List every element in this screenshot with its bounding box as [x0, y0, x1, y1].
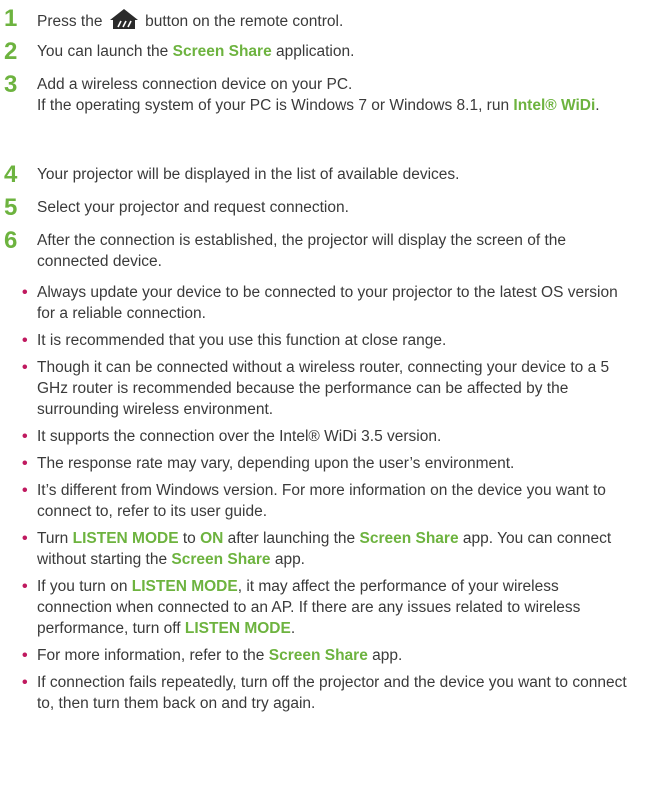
- note-item: • The response rate may vary, depending u…: [0, 453, 637, 474]
- step-text: Press the button on the remote control.: [37, 8, 637, 32]
- note-item: • If you turn on LISTEN MODE, it may affe…: [0, 576, 637, 639]
- home-icon: [109, 9, 138, 29]
- notes-list: • Always update your device to be connect…: [0, 282, 652, 720]
- note-text-part: app.: [270, 551, 305, 568]
- note-text-part: after launching the: [223, 530, 360, 547]
- bullet-icon: •: [22, 482, 28, 499]
- highlight-value: ON: [200, 530, 224, 547]
- note-item: • Turn LISTEN MODE to ON after launching …: [0, 528, 637, 570]
- note-text: Always update your device to be connecte…: [37, 284, 618, 322]
- bullet-icon: •: [22, 284, 28, 301]
- step-line: If the operating system of your PC is Wi…: [37, 95, 637, 116]
- step-text-part: application.: [271, 43, 355, 60]
- note-text: Though it can be connected without a wir…: [37, 359, 610, 418]
- note-text: It supports the connection over the Inte…: [37, 428, 442, 445]
- bullet-icon: •: [22, 455, 28, 472]
- bullet-icon: •: [22, 674, 28, 691]
- note-text: It’s different from Windows version. For…: [37, 482, 606, 520]
- note-text: If connection fails repeatedly, turn off…: [37, 674, 627, 712]
- step-line: Add a wireless connection device on your…: [37, 76, 353, 93]
- bullet-icon: •: [22, 647, 28, 664]
- note-item: • Though it can be connected without a wi…: [0, 357, 637, 420]
- note-text-part: app.: [367, 647, 403, 664]
- highlight-setting: LISTEN MODE: [131, 578, 238, 595]
- note-text-part: to: [178, 530, 201, 547]
- note-text-part: Turn: [37, 530, 73, 547]
- bullet-icon: •: [22, 332, 28, 349]
- step-number: 5: [4, 194, 18, 221]
- note-item: • It’s different from Windows version. Fo…: [0, 480, 637, 522]
- step-text: You can launch the Screen Share applicat…: [37, 41, 637, 62]
- note-item: • Always update your device to be connect…: [0, 282, 637, 324]
- step-text-part: .: [595, 97, 600, 114]
- note-text-part: .: [290, 620, 296, 637]
- bullet-icon: •: [22, 359, 28, 376]
- highlight-app-name: Screen Share: [359, 530, 459, 547]
- highlight-app-name: Intel® WiDi: [513, 97, 596, 114]
- note-item: • For more information, refer to the Scre…: [0, 645, 637, 666]
- note-item: • It is recommended that you use this fun…: [0, 330, 637, 351]
- bullet-icon: •: [22, 428, 28, 445]
- note-text-part: If you turn on: [37, 578, 132, 595]
- step-text: After the connection is established, the…: [37, 232, 567, 270]
- bullet-icon: •: [22, 578, 28, 595]
- step-text-part: If the operating system of your PC is Wi…: [37, 97, 514, 114]
- note-item: • If connection fails repeatedly, turn of…: [0, 672, 637, 714]
- note-text: The response rate may vary, depending up…: [37, 455, 515, 472]
- step-text: Your projector will be displayed in the …: [37, 166, 460, 183]
- step-number: 6: [4, 227, 18, 254]
- step-text-part: Press the: [37, 13, 107, 30]
- note-text: It is recommended that you use this func…: [37, 332, 447, 349]
- step-number: 1: [4, 5, 18, 32]
- step-text-part: button on the remote control.: [140, 13, 344, 30]
- bullet-icon: •: [22, 530, 28, 547]
- step-text: Add a wireless connection device on your…: [37, 74, 637, 116]
- step-number: 4: [4, 161, 18, 188]
- step-text-part: You can launch the: [37, 43, 173, 60]
- step-text: Select your projector and request connec…: [37, 199, 349, 216]
- highlight-setting: LISTEN MODE: [184, 620, 291, 637]
- note-item: • It supports the connection over the Int…: [0, 426, 637, 447]
- highlight-setting: LISTEN MODE: [72, 530, 179, 547]
- note-text-part: For more information, refer to the: [37, 647, 269, 664]
- highlight-app-name: Screen Share: [171, 551, 271, 568]
- step-number: 2: [4, 38, 18, 65]
- step-number: 3: [4, 71, 18, 98]
- highlight-app-name: Screen Share: [268, 647, 368, 664]
- highlight-app-name: Screen Share: [172, 43, 272, 60]
